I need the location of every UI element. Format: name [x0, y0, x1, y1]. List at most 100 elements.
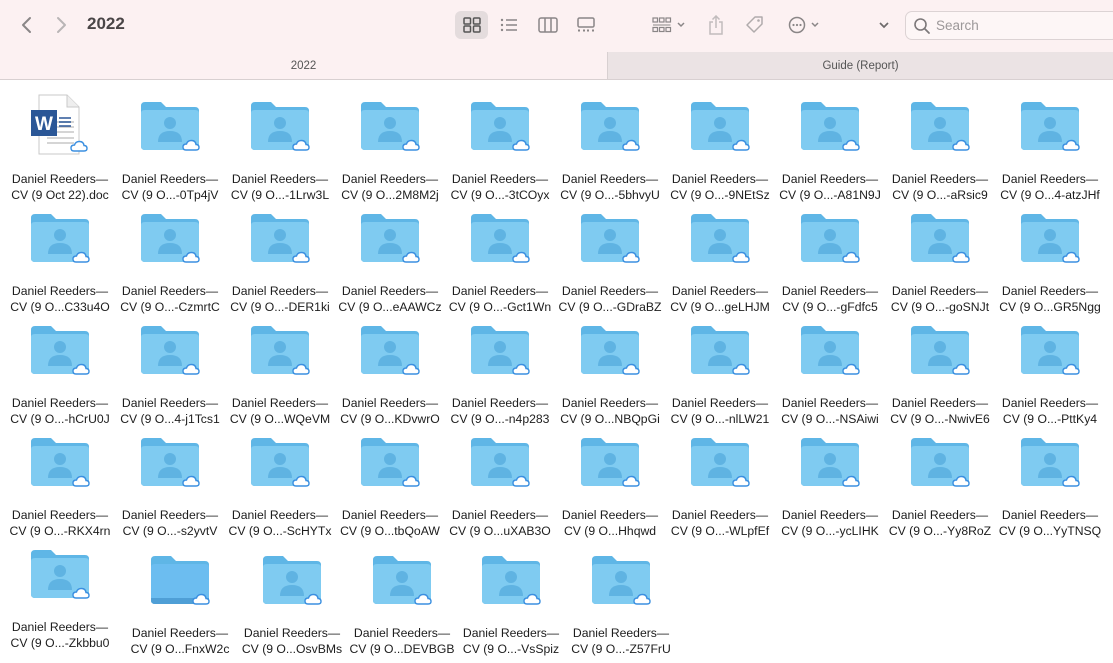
folder-item[interactable]: Daniel Reeders— CV (9 O...-s2yvtV [113, 428, 227, 538]
item-name-line2: CV (9 O...-A81N9J [779, 188, 881, 202]
folder-item[interactable]: Daniel Reeders— CV (9 O...GR5Ngg [993, 204, 1107, 314]
tag-button[interactable] [741, 11, 769, 39]
item-name-line2: CV (9 O...C33u4O [10, 300, 110, 314]
back-button[interactable] [14, 12, 40, 38]
folder-item[interactable]: Daniel Reeders— CV (9 O...-A81N9J [773, 92, 887, 202]
folder-item[interactable]: Daniel Reeders— CV (9 O...-hCrU0J [3, 316, 117, 426]
icon-view-button[interactable] [455, 11, 488, 39]
shared-folder-icon [31, 550, 90, 599]
folder-item[interactable]: Daniel Reeders— CV (9 O...-nlLW21 [663, 316, 777, 426]
folder-item[interactable]: Daniel Reeders— CV (9 O...FnxW2c [123, 540, 237, 656]
folder-item[interactable]: Daniel Reeders— CV (9 O...-Yy8RoZ [883, 428, 997, 538]
folder-item[interactable]: Daniel Reeders— CV (9 O...C33u4O [3, 204, 117, 314]
folder-item[interactable]: Daniel Reeders— CV (9 O...tbQoAW [333, 428, 447, 538]
item-name-line2: CV (9 O...-WLpfEf [670, 524, 770, 538]
gallery-view-button[interactable] [571, 11, 601, 39]
folder-item[interactable]: Daniel Reeders— CV (9 O...-NwivE6 [883, 316, 997, 426]
forward-button[interactable] [48, 12, 74, 38]
folder-item[interactable]: Daniel Reeders— CV (9 O...-Gct1Wn [443, 204, 557, 314]
folder-item[interactable]: Daniel Reeders— CV (9 O...eAAWCz [333, 204, 447, 314]
shared-folder-icon [361, 326, 420, 375]
folder-item[interactable]: Daniel Reeders— CV (9 O...-0Tp4jV [113, 92, 227, 202]
item-name-line2: CV (9 O...eAAWCz [338, 300, 442, 314]
shared-folder-icon [1021, 214, 1080, 263]
folder-item[interactable]: Daniel Reeders— CV (9 O...-NSAiwi [773, 316, 887, 426]
list-view-button[interactable] [494, 11, 524, 39]
folder-item[interactable]: Daniel Reeders— CV (9 O...geLHJM [663, 204, 777, 314]
folder-item[interactable]: Daniel Reeders— CV (9 O...-n4p283 [443, 316, 557, 426]
item-icon [467, 98, 533, 161]
item-name-line1: Daniel Reeders— [121, 172, 219, 186]
folder-item[interactable]: Daniel Reeders— CV (9 O...-WLpfEf [663, 428, 777, 538]
item-name-line1: Daniel Reeders— [243, 626, 341, 640]
folder-item[interactable]: Daniel Reeders— CV (9 O...4-j1Tcs1 [113, 316, 227, 426]
window-title: 2022 [87, 14, 125, 33]
shared-folder-icon [911, 438, 970, 487]
shared-folder-icon [141, 438, 200, 487]
folder-item[interactable]: Daniel Reeders— CV (9 O...KDvwrO [333, 316, 447, 426]
folder-item[interactable]: Daniel Reeders— CV (9 O...4-atzJHf [993, 92, 1107, 202]
column-view-button[interactable] [533, 11, 563, 39]
word-document-icon: W [31, 94, 88, 155]
folder-item[interactable]: Daniel Reeders— CV (9 O...YyTNSQ [993, 428, 1107, 538]
search-input[interactable] [936, 16, 1106, 35]
folder-item[interactable]: Daniel Reeders— CV (9 O...-3tCOyx [443, 92, 557, 202]
folder-item[interactable]: Daniel Reeders— CV (9 O...-VsSpiz [454, 540, 568, 656]
folder-item[interactable]: Daniel Reeders— CV (9 O...-CzmrtC [113, 204, 227, 314]
folder-item[interactable]: Daniel Reeders— CV (9 O...OsvBMs [235, 540, 349, 656]
share-button[interactable] [702, 11, 730, 39]
item-icon [27, 434, 93, 497]
folder-item[interactable]: Daniel Reeders— CV (9 O...-RKX4rn [3, 428, 117, 538]
folder-item[interactable]: Daniel Reeders— CV (9 O...2M8M2j [333, 92, 447, 202]
toolbar-overflow-button[interactable] [872, 11, 896, 39]
folder-item[interactable]: Daniel Reeders— CV (9 O...-PttKy4 [993, 316, 1107, 426]
folder-item[interactable]: Daniel Reeders— CV (9 O...Hhqwd [553, 428, 667, 538]
tab-2022[interactable]: 2022 [0, 52, 607, 79]
group-button[interactable] [647, 11, 691, 39]
search-field[interactable] [905, 11, 1113, 40]
item-name-line1: Daniel Reeders— [891, 284, 989, 298]
item-name-line1: Daniel Reeders— [561, 508, 659, 522]
item-name-line1: Daniel Reeders— [11, 284, 109, 298]
folder-item[interactable]: Daniel Reeders— CV (9 O...-goSNJt [883, 204, 997, 314]
item-name-line2: CV (9 O...uXAB3O [449, 524, 551, 538]
shared-folder-icon [251, 438, 310, 487]
item-name-line1: Daniel Reeders— [1001, 172, 1099, 186]
item-icon [357, 434, 423, 497]
folder-item[interactable]: Daniel Reeders— CV (9 O...uXAB3O [443, 428, 557, 538]
item-icon [27, 546, 93, 609]
item-name-line2: CV (9 O...DEVBGB [349, 642, 455, 656]
item-icon [247, 98, 313, 161]
folder-item[interactable]: Daniel Reeders— CV (9 O...-DER1ki [223, 204, 337, 314]
folder-item[interactable]: Daniel Reeders— CV (9 O...WQeVM [223, 316, 337, 426]
folder-item[interactable]: Daniel Reeders— CV (9 O...-Zkbbu0 [3, 540, 117, 650]
folder-item[interactable]: Daniel Reeders— CV (9 O...NBQpGi [553, 316, 667, 426]
file-item[interactable]: W Daniel Reeders— CV (9 Oct 22).doc [3, 92, 117, 202]
folder-item[interactable]: Daniel Reeders— CV (9 O...-gFdfc5 [773, 204, 887, 314]
folder-item[interactable]: Daniel Reeders— CV (9 O...-Z57FrU [564, 540, 678, 656]
more-actions-button[interactable] [782, 11, 826, 39]
item-icon: W [25, 92, 91, 163]
item-name-line2: CV (9 O...-ycLIHK [781, 524, 879, 538]
item-icon [137, 98, 203, 161]
folder-item[interactable]: Daniel Reeders— CV (9 O...-1Lrw3L [223, 92, 337, 202]
item-name-line1: Daniel Reeders— [231, 508, 329, 522]
folder-item[interactable]: Daniel Reeders— CV (9 O...-9NEtSz [663, 92, 777, 202]
item-icon [907, 322, 973, 385]
folder-item[interactable]: Daniel Reeders— CV (9 O...DEVBGB [345, 540, 459, 656]
folder-item[interactable]: Daniel Reeders— CV (9 O...-ycLIHK [773, 428, 887, 538]
item-name-line1: Daniel Reeders— [11, 508, 109, 522]
shared-folder-icon [251, 214, 310, 263]
shared-folder-icon [31, 326, 90, 375]
tab-bar: 2022 Guide (Report) [0, 52, 1113, 80]
tab-guide-report[interactable]: Guide (Report) [607, 52, 1113, 79]
shared-folder-icon [251, 326, 310, 375]
folder-item[interactable]: Daniel Reeders— CV (9 O...-ScHYTx [223, 428, 337, 538]
item-name-line2: CV (9 O...-Zkbbu0 [10, 636, 110, 650]
folder-item[interactable]: Daniel Reeders— CV (9 O...-5bhvyU [553, 92, 667, 202]
shared-folder-icon [801, 438, 860, 487]
item-icon [1017, 434, 1083, 497]
folder-item[interactable]: Daniel Reeders— CV (9 O...-aRsic9 [883, 92, 997, 202]
folder-item[interactable]: Daniel Reeders— CV (9 O...-GDraBZ [553, 204, 667, 314]
item-icon [687, 210, 753, 273]
